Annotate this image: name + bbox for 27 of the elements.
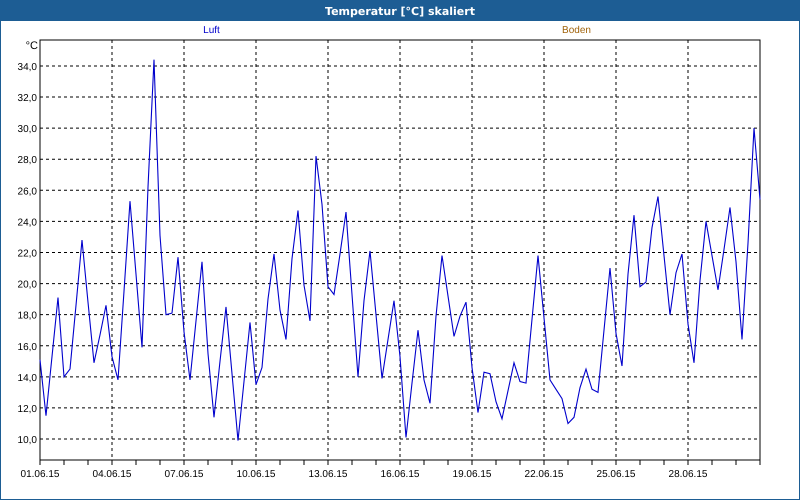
y-tick-label: 22,0 [18,248,37,260]
x-tick-label: 16.06.15 [380,469,420,480]
y-tick-label: 28,0 [18,155,37,166]
x-tick-label: 01.06.15 [20,469,60,480]
y-tick-label: 24,0 [18,217,37,228]
y-tick-label: 30,0 [18,124,37,136]
y-tick-label: 26,0 [18,186,37,198]
y-tick-label: 12,0 [18,404,37,415]
x-tick-label: 04.06.15 [92,469,132,480]
legend-label: Boden [562,24,591,36]
y-tick-label: 18,0 [18,310,37,322]
y-axis-unit: °C [26,40,38,52]
window-title: Temperatur [°C] skaliert [325,4,475,18]
y-tick-label: 20,0 [18,280,37,291]
y-tick-label: 32,0 [18,93,37,104]
x-tick-label: 13.06.15 [308,469,348,480]
legend-label: Luft [203,24,220,36]
y-tick-label: 14,0 [18,372,37,384]
x-tick-label: 22.06.15 [524,469,564,480]
x-tick-label: 28.06.15 [668,469,708,480]
x-tick-label: 10.06.15 [236,469,276,480]
y-tick-label: 10,0 [18,435,37,446]
y-tick-label: 16,0 [18,342,37,353]
x-tick-label: 07.06.15 [164,469,204,480]
y-tick-label: 34,0 [18,62,37,73]
x-tick-label: 25.06.15 [596,469,636,480]
x-tick-label: 19.06.15 [452,469,492,480]
